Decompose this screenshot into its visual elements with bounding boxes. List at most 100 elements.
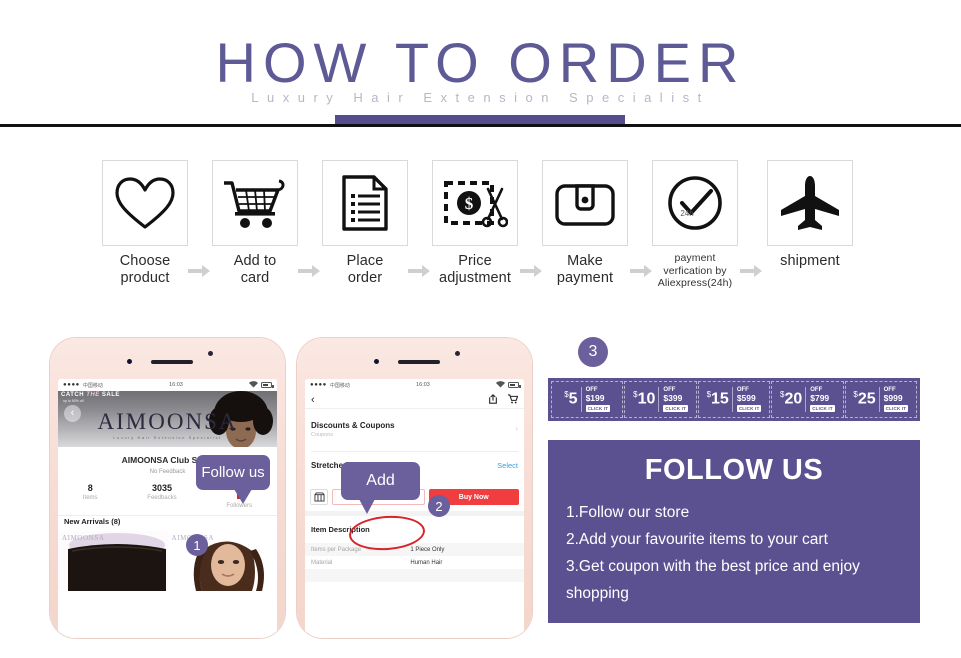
step-label-line1: payment [674,252,716,264]
step-shipment: shipment [767,160,853,270]
follow-us-line: 3.Get coupon with the best price and enj… [566,558,860,575]
phone-sensor-icon [127,359,132,364]
step-payment-verification: 24h payment verfication by Aliexpress(24… [652,160,738,290]
step-icon-box: 24h [652,160,738,246]
phone-speaker-icon [398,360,440,364]
coupon-min-spend: $399 [663,393,683,404]
clock-24h-text: 24h [680,209,693,218]
coupon-item[interactable]: $25 OFF $999 CLICK IT [844,381,918,418]
step-label: Place order [322,253,408,287]
heart-icon [115,177,175,229]
select-link[interactable]: Select [497,461,518,470]
step-arrow [298,265,320,277]
clock-check-icon: 24h [668,176,722,230]
coupon-amount: $20 [780,391,802,407]
store-icon[interactable] [310,489,328,505]
coupon-item[interactable]: $5 OFF $199 CLICK IT [551,381,624,418]
coupon-value: 20 [784,390,803,408]
header-divider [0,124,961,127]
coupon-value: 25 [857,390,876,408]
coupon-click-button[interactable]: CLICK IT [736,404,762,412]
step-label-line2: adjustment [439,270,511,286]
coupon-item[interactable]: $10 OFF $399 CLICK IT [624,381,697,418]
stat-value: 3035 [151,483,172,493]
carrier-label: 中国移动 [82,382,103,389]
row-value: Human Hair [410,559,443,566]
sale-banner-sub: up to 50% off [63,399,84,403]
sale-word-2: THE [86,392,100,398]
coupon-min-spend: $199 [585,393,605,404]
coupon-item[interactable]: $20 OFF $799 CLICK IT [771,381,844,418]
cart-icon[interactable] [507,393,519,406]
item-description-table: Items per Package 1 Piece Only Material … [305,543,524,582]
step-label-line2: card [240,270,270,286]
coupon-min-spend: $799 [810,393,830,404]
follow-us-title: FOLLOW US [644,454,824,486]
step-arrow [630,265,652,277]
step-badge-1: 1 [186,534,208,556]
product-card[interactable]: AIMOONSA [58,531,168,591]
step-label-line1: Place [346,253,384,269]
step-label-line2: product [120,270,170,286]
coupon-click-button[interactable]: CLICK IT [883,404,909,412]
coupon-amount: $25 [853,391,875,407]
table-row: Material Human Hair [305,556,524,569]
header-accent-bar [335,115,625,124]
step-badge-2: 2 [428,495,450,517]
new-arrivals-heading: New Arrivals (8) [64,517,121,526]
share-icon[interactable] [488,393,498,406]
stat-items[interactable]: 8 Items [83,483,98,509]
discounts-title: Discounts & Coupons [311,421,395,430]
step-badge-3: 3 [578,337,608,367]
coupon-details: OFF $599 CLICK IT [731,387,762,412]
follow-us-line: 1.Follow our store [566,504,690,521]
step-label: Choose product [102,253,188,287]
add-bubble-label: Add [366,472,395,489]
step-add-to-card: Add to card [212,160,298,287]
coupon-strip: $5 OFF $199 CLICK IT $10 OFF $399 CLICK … [548,378,920,421]
product-navbar: ‹ [305,391,524,409]
coupon-value: 5 [568,390,578,408]
svg-text:$: $ [465,194,474,213]
step-label-line2: verfication by [663,264,727,277]
table-row: Items per Package 1 Piece Only [305,543,524,556]
product-grid: AIMOONSA AIMOONSA [58,531,277,591]
stat-value: 8 [87,483,93,493]
coupon-details: OFF $999 CLICK IT [878,387,909,412]
phone1-screen: ●●●● 中国移动 16:03 CATCH THE SALE up to 50%… [58,379,277,638]
coupon-click-button[interactable]: CLICK IT [663,404,689,412]
signal-dots-icon: ●●●● [310,382,327,388]
stat-label: Items [82,495,98,501]
step-make-payment: Make payment [542,160,628,287]
follow-us-line: shopping [566,585,629,602]
stat-label: Feedbacks [147,495,177,501]
coupon-value: 15 [711,390,729,408]
bubble-tail [359,499,375,514]
sale-word-3: SALE [101,392,120,398]
discounts-coupons-row[interactable]: Discounts & Coupons Coupons › [305,421,524,438]
step-icon-box: $ [432,160,518,246]
cart-icon [224,179,285,228]
step-icon-box [322,160,408,246]
bubble-tail [234,489,252,504]
back-chevron-icon[interactable]: ‹ [311,394,315,406]
step-label-line3: Aliexpress(24h) [657,277,733,289]
step-icon-box [212,160,298,246]
page-title: HOW TO ORDER [215,31,746,94]
battery-icon [508,382,521,388]
product-card[interactable]: AIMOONSA [167,531,277,591]
coupon-click-button[interactable]: CLICK IT [585,404,611,412]
step-icon-box [102,160,188,246]
document-icon [342,175,388,231]
wifi-icon [249,380,258,390]
status-time: 16:03 [169,382,183,388]
step-price-adjustment: $ Price adjustment [432,160,518,287]
coupon-min-spend: $999 [883,393,903,404]
coupon-click-button[interactable]: CLICK IT [810,404,835,412]
stat-feedbacks[interactable]: 3035 Feedbacks [147,483,176,509]
step-label: payment verfication by Aliexpress(24h) [652,252,738,290]
coupon-item[interactable]: $15 OFF $599 CLICK IT [697,381,771,418]
store-brand-title: AIMOONSA [97,409,238,434]
step-label: Add to card [212,253,298,287]
chevron-right-icon: › [515,424,518,433]
